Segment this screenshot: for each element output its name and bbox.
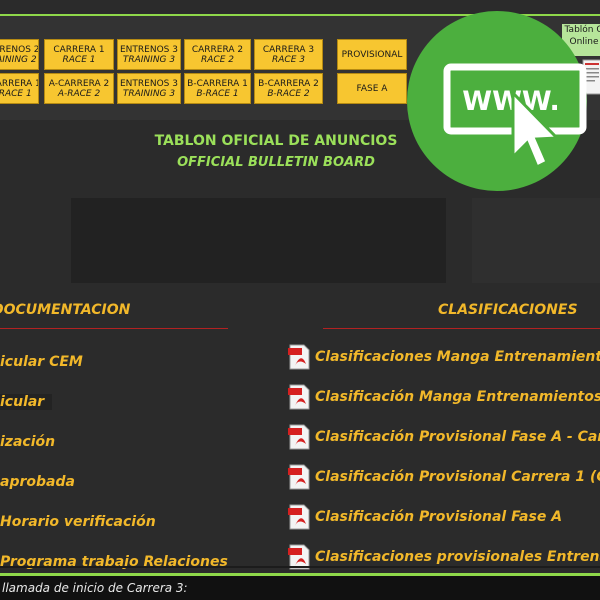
clasificacion-link-2[interactable]: Clasificación Manga Entrenamientos 2	[287, 384, 600, 410]
doc-link-2[interactable]: icular	[0, 394, 53, 410]
documentacion-heading: DOCUMENTACION	[0, 302, 131, 318]
documentacion-divider	[0, 328, 228, 329]
pdf-icon	[288, 424, 310, 450]
nav-button-provisional[interactable]: PROVISIONAL	[337, 39, 407, 70]
nav-sublabel: RACE 1	[62, 54, 96, 65]
pdf-icon	[288, 504, 310, 530]
doc-link-5[interactable]: Horario verificación	[0, 514, 156, 530]
pdf-icon	[288, 344, 310, 370]
nav-label: A-CARRERA 2	[48, 78, 110, 89]
nav-sublabel: A-RACE 1	[0, 88, 32, 99]
nav-button-b-carrera-1[interactable]: B-CARRERA 1 B-RACE 1	[184, 73, 251, 104]
nav-sublabel: TRAINING 3	[122, 54, 176, 65]
nav-button-fase-a[interactable]: FASE A	[337, 73, 407, 104]
clasificacion-link-4[interactable]: Clasificación Provisional Carrera 1 (C	[287, 464, 600, 490]
bottom-divider	[0, 566, 600, 568]
nav-sublabel: TRAINING 2	[0, 54, 37, 65]
clasificacion-label: Clasificaciones provisionales Entrenam	[315, 549, 600, 565]
nav-label: B-CARRERA 1	[187, 78, 248, 89]
doc-link-1[interactable]: icular CEM	[0, 354, 83, 370]
clasificaciones-divider	[323, 328, 600, 329]
nav-sublabel: A-RACE 2	[57, 88, 101, 99]
nav-button-carrera-1[interactable]: CARRERA 1 RACE 1	[44, 39, 114, 70]
nav-label: B-CARRERA 2	[258, 78, 319, 89]
www-label: WWW.	[462, 86, 559, 117]
clasificacion-label: Clasificación Manga Entrenamientos 2	[315, 389, 600, 405]
clasificacion-link-3[interactable]: Clasificación Provisional Fase A - Carr	[287, 424, 600, 450]
clasificacion-link-1[interactable]: Clasificaciones Manga Entrenamientos	[287, 344, 600, 370]
footer-text: llamada de inicio de Carrera 3:	[2, 581, 188, 595]
nav-sublabel: TRAINING 3	[122, 88, 176, 99]
clasificacion-label: Clasificación Provisional Fase A	[315, 509, 563, 525]
clasificacion-label: Clasificación Provisional Fase A - Carr	[315, 429, 600, 445]
nav-button-entrenos-3[interactable]: ENTRENOS 3 TRAINING 3	[117, 39, 181, 70]
clasificacion-label: Clasificación Provisional Carrera 1 (C	[315, 469, 600, 485]
side-panel	[472, 198, 600, 283]
nav-label: PROVISIONAL	[341, 49, 403, 60]
clasificaciones-heading: CLASIFICACIONES	[438, 302, 578, 318]
doc-link-3[interactable]: ización	[0, 434, 55, 450]
nav-label: FASE A	[356, 83, 388, 94]
pdf-icon	[288, 464, 310, 490]
nav-sublabel: B-RACE 1	[196, 88, 239, 99]
nav-label: CARRERA 3	[262, 44, 315, 55]
doc-link-4[interactable]: aprobada	[0, 474, 75, 490]
nav-sublabel: B-RACE 2	[267, 88, 310, 99]
nav-button-entrenos-2[interactable]: ENTRENOS 2 TRAINING 2	[0, 39, 39, 70]
nav-label: A-CARRERA 1	[0, 78, 38, 89]
page-subtitle: OFFICIAL BULLETIN BOARD	[177, 155, 375, 170]
nav-button-carrera-2[interactable]: CARRERA 2 RACE 2	[184, 39, 251, 70]
nav-label: CARRERA 2	[191, 44, 244, 55]
nav-label: ENTRENOS 3	[120, 44, 178, 55]
announcement-panel	[71, 198, 446, 283]
pdf-icon	[288, 384, 310, 410]
nav-button-b-carrera-2[interactable]: B-CARRERA 2 B-RACE 2	[254, 73, 323, 104]
nav-label: CARRERA 1	[53, 44, 105, 55]
bulletin-board-page: ENTRENOS 2 TRAINING 2 CARRERA 1 RACE 1 E…	[0, 0, 600, 600]
nav-button-entrenos-3-b[interactable]: ENTRENOS 3 TRAINING 3	[117, 73, 181, 104]
page-title: TABLON OFICIAL DE ANUNCIOS	[154, 133, 398, 149]
nav-label: ENTRENOS 3	[120, 78, 178, 89]
nav-button-a-carrera-1[interactable]: A-CARRERA 1 A-RACE 1	[0, 73, 39, 104]
clasificacion-label: Clasificaciones Manga Entrenamientos	[315, 349, 600, 365]
nav-sublabel: RACE 2	[201, 54, 234, 65]
nav-sublabel: RACE 3	[272, 54, 305, 65]
nav-button-carrera-3[interactable]: CARRERA 3 RACE 3	[254, 39, 323, 70]
nav-label: ENTRENOS 2	[0, 44, 39, 55]
nav-button-a-carrera-2[interactable]: A-CARRERA 2 A-RACE 2	[44, 73, 114, 104]
clasificacion-link-5[interactable]: Clasificación Provisional Fase A	[287, 504, 562, 530]
